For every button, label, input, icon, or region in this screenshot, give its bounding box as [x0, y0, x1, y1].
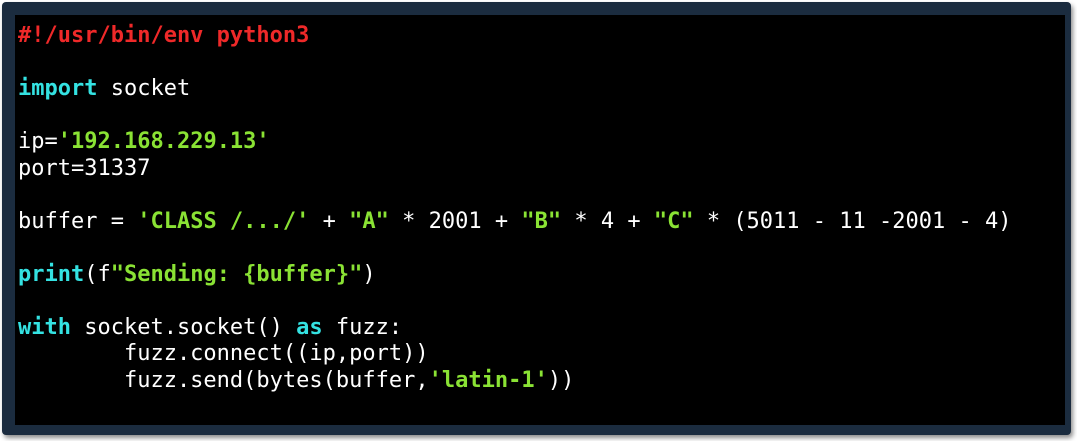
code-token-plain: )) — [547, 367, 575, 393]
code-token-plain: * 4 + — [561, 208, 654, 234]
code-token-plain: fuzz.connect((ip,port)) — [18, 341, 429, 366]
code-token-str: 'CLASS /.../' — [137, 208, 310, 234]
code-token-kw: import — [18, 76, 98, 101]
code-token-plain: buffer = — [18, 208, 138, 234]
code-line: fuzz.send(bytes(buffer,'latin-1')) — [18, 368, 1011, 395]
code-line: #!/usr/bin/env python3 — [18, 23, 1011, 50]
code-line: port=31337 — [18, 156, 1011, 183]
code-line: ip='192.168.229.13' — [18, 129, 1011, 156]
code-token-plain: * (5011 - 11 -2001 - 4) — [693, 208, 1012, 234]
code-line: fuzz.connect((ip,port)) — [18, 341, 1011, 368]
code-line: with socket.socket() as fuzz: — [18, 315, 1011, 342]
code-token-str: "A" — [349, 208, 389, 234]
code-token-plain: socket — [97, 76, 191, 101]
code-token-str: 'latin-1' — [428, 367, 548, 393]
code-line: buffer = 'CLASS /.../' + "A" * 2001 + "B… — [18, 209, 1011, 236]
code-token-kw: as — [296, 314, 323, 340]
window-frame: #!/usr/bin/env python3 import socket ip=… — [2, 2, 1071, 435]
code-token-plain: fuzz: — [322, 314, 403, 340]
code-editor[interactable]: #!/usr/bin/env python3 import socket ip=… — [15, 15, 1065, 425]
code-token-str: "C" — [653, 208, 694, 234]
code-token-str: "B" — [521, 208, 562, 234]
code-token-kw: with — [18, 314, 71, 340]
code-token-str: "Sending: {buffer}" — [110, 261, 363, 287]
code-token-str: '192.168.229.13' — [57, 129, 270, 154]
code-token-plain: port=31337 — [18, 155, 151, 181]
code-token-plain: * 2001 + — [388, 208, 522, 234]
code-block: #!/usr/bin/env python3 import socket ip=… — [18, 23, 1011, 394]
code-line: print(f"Sending: {buffer}") — [18, 262, 1011, 289]
code-token-shebang: #!/usr/bin/env python3 — [18, 23, 310, 48]
code-token-plain: socket.socket() — [70, 314, 297, 340]
code-line: import socket — [18, 76, 1011, 103]
code-token-plain: (f — [84, 261, 111, 287]
code-token-plain: fuzz.send(bytes(buffer, — [18, 367, 429, 393]
code-token-plain: + — [309, 208, 350, 234]
code-token-plain: ) — [362, 261, 376, 287]
code-token-plain: ip= — [18, 129, 58, 154]
code-token-kw: print — [18, 261, 85, 287]
